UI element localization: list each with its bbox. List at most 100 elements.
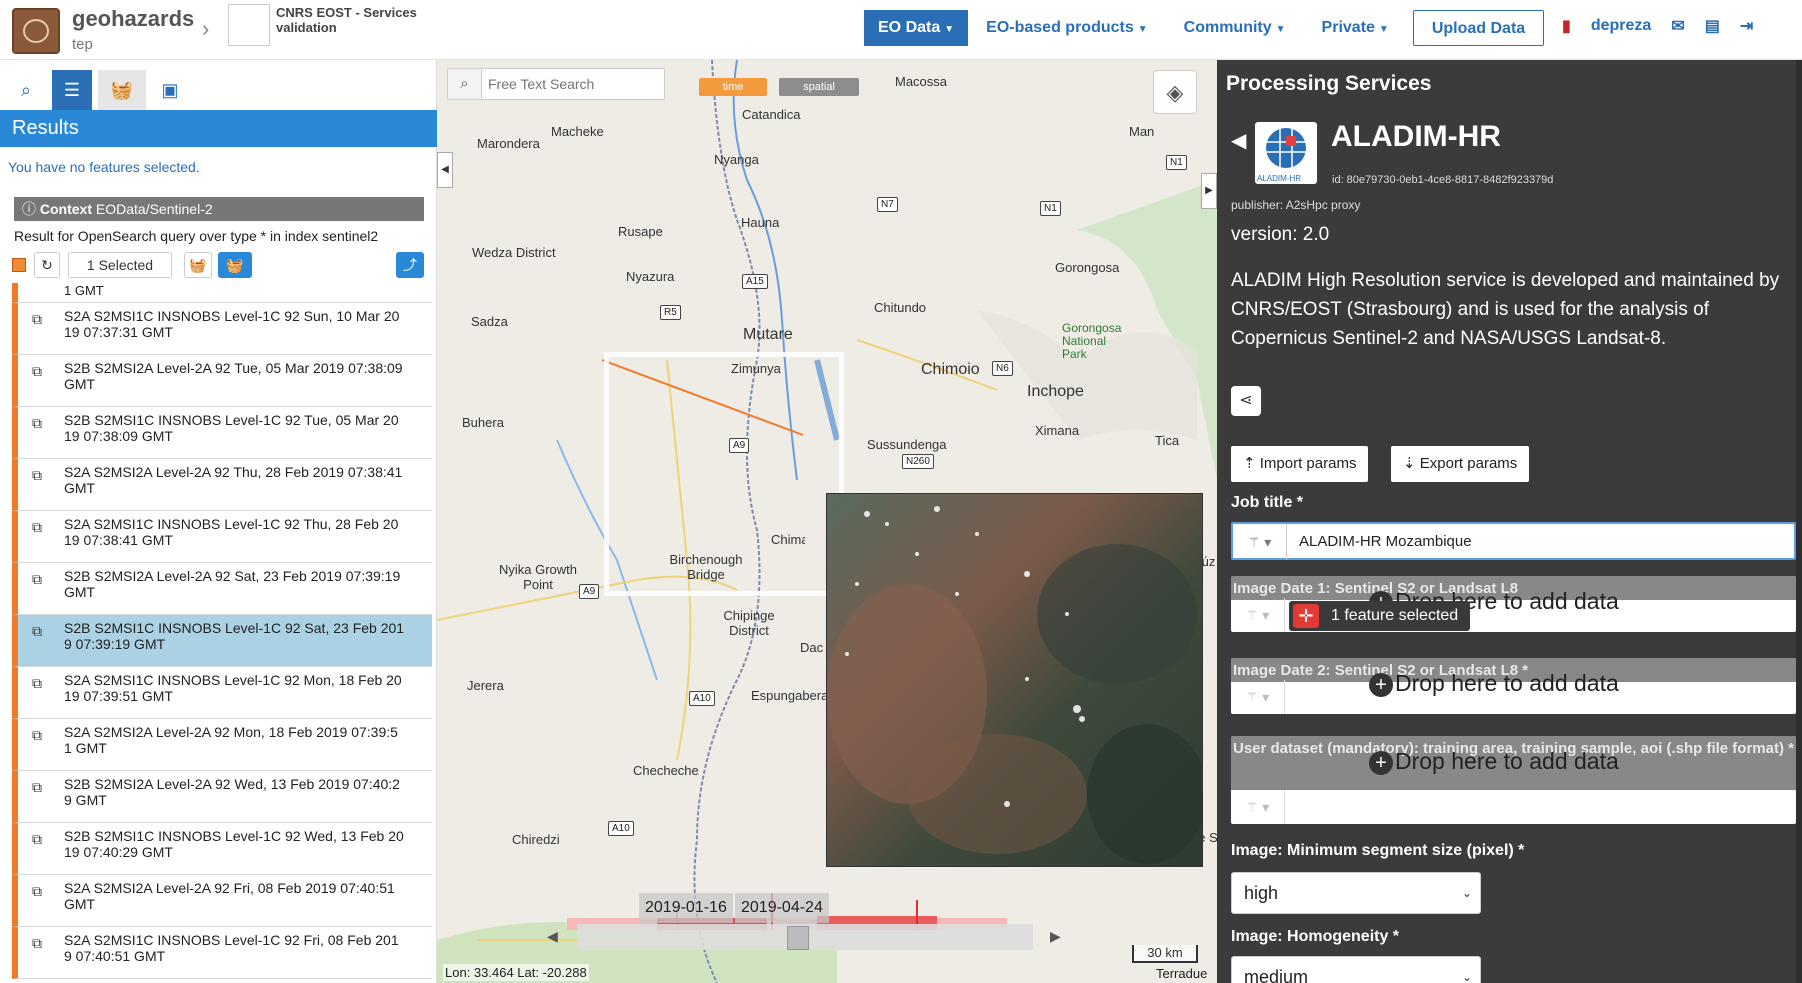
- project-thumbnail[interactable]: [228, 4, 270, 46]
- back-arrow-icon[interactable]: ◀: [1231, 128, 1246, 153]
- search-tab-icon[interactable]: ⌕: [6, 70, 46, 110]
- list-item[interactable]: ⧉ S2A S2MSI2A Level-2A 92 Fri, 08 Feb 201…: [12, 875, 432, 927]
- list-item[interactable]: ⧉ S2A S2MSI1C INSNOBS Level-1C 92 Fri, 08…: [12, 927, 432, 979]
- results-toolbar: ↻ 1 Selected 🧺 🧺 ⤴: [12, 252, 424, 280]
- select-all-checkbox[interactable]: [12, 258, 26, 272]
- min-segment-select[interactable]: high ⌄: [1231, 872, 1481, 914]
- list-item-subtitle: 19 07:37:31 GMT: [64, 324, 173, 340]
- time-filter-pill[interactable]: time: [699, 78, 767, 96]
- add-to-basket-icon[interactable]: 🧺: [184, 252, 212, 278]
- list-item-title: S2A S2MSI1C INSNOBS Level-1C 92 Sun, 10 …: [64, 308, 400, 324]
- list-item[interactable]: ⧉ S2B S2MSI1C INSNOBS Level-1C 92 Tue, 05…: [12, 407, 432, 459]
- book-icon[interactable]: ▮: [1562, 16, 1571, 36]
- map-place-label: Buhera: [462, 415, 504, 430]
- image-date-2-dropzone[interactable]: Image Date 2: Sentinel S2 or Landsat L8 …: [1231, 658, 1796, 714]
- share-icon[interactable]: ⤴: [396, 252, 424, 278]
- timeline-forward-icon[interactable]: ▶: [1050, 928, 1061, 945]
- list-item[interactable]: ⧉ S2A S2MSI2A Level-2A 92 Mon, 18 Feb 201…: [12, 719, 432, 771]
- user-dataset-dropzone[interactable]: User dataset (mandatory): training area,…: [1231, 736, 1796, 824]
- footprint-icon: ⧉: [32, 623, 42, 639]
- list-item-title: S2B S2MSI1C INSNOBS Level-1C 92 Tue, 05 …: [64, 412, 399, 428]
- sign-out-icon[interactable]: ⇥: [1740, 16, 1753, 36]
- list-item-title: S2A S2MSI2A Level-2A 92 Mon, 18 Feb 2019…: [64, 724, 398, 740]
- map-scale-bar: 30 km: [1132, 945, 1198, 963]
- layers-icon[interactable]: ◈: [1153, 70, 1197, 114]
- list-item[interactable]: ⧉ S2A S2MSI1C INSNOBS Level-1C 92 Sun, 10…: [12, 303, 432, 355]
- magic-wand-icon[interactable]: ⚚ ▾: [1231, 598, 1285, 632]
- list-item[interactable]: ⧉ S2A S2MSI1C INSNOBS Level-1C 92 Thu, 28…: [12, 511, 432, 563]
- map-attribution[interactable]: Terradue: [1156, 966, 1207, 981]
- import-params-button[interactable]: ⇡ Import params: [1231, 446, 1369, 482]
- list-item[interactable]: ⧉ S2A S2MSI2A Level-2A 92 Thu, 28 Feb 201…: [12, 459, 432, 511]
- road-marker: A15: [742, 274, 768, 289]
- selected-dropdown[interactable]: 1 Selected: [68, 252, 172, 278]
- geohazards-logo[interactable]: [12, 8, 60, 54]
- map-search-box: ⌕: [447, 68, 665, 100]
- list-item[interactable]: ⧉ S2B S2MSI1C INSNOBS Level-1C 92 Wed, 13…: [12, 823, 432, 875]
- docs-icon[interactable]: ▤: [1705, 16, 1720, 36]
- timeline-handle[interactable]: [787, 926, 809, 950]
- map-place-label: Gorongosa: [1055, 260, 1120, 275]
- timeline-end-date[interactable]: 2019-04-24: [735, 893, 829, 923]
- list-item-subtitle: 9 07:39:19 GMT: [64, 636, 166, 652]
- share-icon[interactable]: ⋖: [1231, 386, 1261, 416]
- magic-wand-icon[interactable]: ⚚ ▾: [1233, 524, 1287, 560]
- basket-tab-icon[interactable]: 🧺: [98, 70, 146, 110]
- select-value: medium: [1244, 967, 1309, 983]
- timeline-back-icon[interactable]: ◀: [547, 928, 558, 945]
- nav-eo-data[interactable]: EO Data ▼: [864, 10, 969, 46]
- add-all-to-basket-icon[interactable]: 🧺: [218, 252, 252, 278]
- service-id: id: 80e79730-0eb1-4ce8-8817-8482f923379d: [1332, 174, 1554, 186]
- footprint-icon: ⧉: [32, 935, 42, 951]
- brand-name[interactable]: geohazards: [72, 6, 194, 32]
- service-logo: ALADIM-HR: [1255, 122, 1317, 184]
- feature-selected-drag-badge[interactable]: ✛ 1 feature selected: [1289, 601, 1471, 631]
- footprint-icon: ⧉: [32, 519, 42, 535]
- export-params-button[interactable]: ⇣ Export params: [1391, 446, 1530, 482]
- job-title-value[interactable]: ALADIM-HR Mozambique: [1299, 533, 1472, 550]
- magic-wand-icon[interactable]: ⚚ ▾: [1231, 790, 1285, 824]
- homogeneity-select[interactable]: medium ⌄: [1231, 956, 1481, 983]
- caret-down-icon: ▼: [1378, 24, 1389, 35]
- free-text-search-input[interactable]: [488, 73, 658, 95]
- service-publisher: publisher: A2sHpc proxy: [1231, 198, 1361, 212]
- list-tab-icon[interactable]: ☰: [52, 70, 92, 110]
- panel-scrollbar[interactable]: [1796, 60, 1802, 983]
- list-item[interactable]: ⧉ S2B S2MSI1C INSNOBS Level-1C 92 Sat, 23…: [12, 615, 432, 667]
- cursor-coordinates: Lon: 33.464 Lat: -20.288: [443, 964, 589, 981]
- list-item[interactable]: ⧉ S2B S2MSI2A Level-2A 92 Sat, 23 Feb 201…: [12, 563, 432, 615]
- nav-eo-based-products[interactable]: EO-based products ▼: [968, 10, 1165, 46]
- list-item[interactable]: ⧉ S2A S2MSI1C INSNOBS Level-1C 92 Mon, 18…: [12, 667, 432, 719]
- satellite-quicklook-image[interactable]: [826, 493, 1203, 867]
- map-view[interactable]: Macossa Catandica Marondera Macheke Nyan…: [437, 60, 1217, 983]
- timeline[interactable]: 2019-01-16 2019-04-24 ◀ ▶: [537, 888, 1067, 952]
- project-name[interactable]: CNRS EOST - Services validation: [276, 5, 426, 35]
- list-item[interactable]: ⧉ S2B S2MSI2A Level-2A 92 Wed, 13 Feb 201…: [12, 771, 432, 823]
- job-title-field[interactable]: ⚚ ▾ ALADIM-HR Mozambique: [1231, 522, 1796, 560]
- nav-community[interactable]: Community ▼: [1166, 10, 1304, 46]
- move-icon: ✛: [1293, 604, 1319, 628]
- timeline-start-date[interactable]: 2019-01-16: [639, 893, 733, 923]
- nav-label: EO Data: [878, 19, 941, 36]
- road-marker: A10: [689, 691, 715, 706]
- map-place-label: Espungabera: [751, 688, 829, 703]
- map-place-label: Nyanga: [714, 152, 759, 167]
- archive-tab-icon[interactable]: ▣: [150, 70, 190, 110]
- nav-label: Community: [1183, 19, 1272, 36]
- list-item-subtitle: GMT: [64, 376, 96, 392]
- list-item[interactable]: 1 GMT: [12, 283, 432, 303]
- refresh-icon[interactable]: ↻: [34, 252, 60, 278]
- search-icon[interactable]: ⌕: [448, 69, 482, 99]
- magic-wand-icon[interactable]: ⚚ ▾: [1231, 680, 1285, 714]
- spatial-filter-pill[interactable]: spatial: [779, 78, 859, 96]
- map-place-label: Sadza: [471, 314, 508, 329]
- nav-private[interactable]: Private ▼: [1304, 10, 1407, 46]
- collapse-left-icon[interactable]: ◀: [437, 152, 453, 188]
- map-place-label: Macossa: [895, 74, 948, 89]
- user-name-link[interactable]: depreza: [1591, 17, 1651, 35]
- collapse-right-icon[interactable]: ▶: [1201, 173, 1217, 209]
- list-item[interactable]: ⧉ S2B S2MSI2A Level-2A 92 Tue, 05 Mar 201…: [12, 355, 432, 407]
- map-place-label: Ximana: [1035, 423, 1080, 438]
- envelope-icon[interactable]: ✉: [1671, 16, 1684, 36]
- upload-data-button[interactable]: Upload Data: [1412, 10, 1545, 46]
